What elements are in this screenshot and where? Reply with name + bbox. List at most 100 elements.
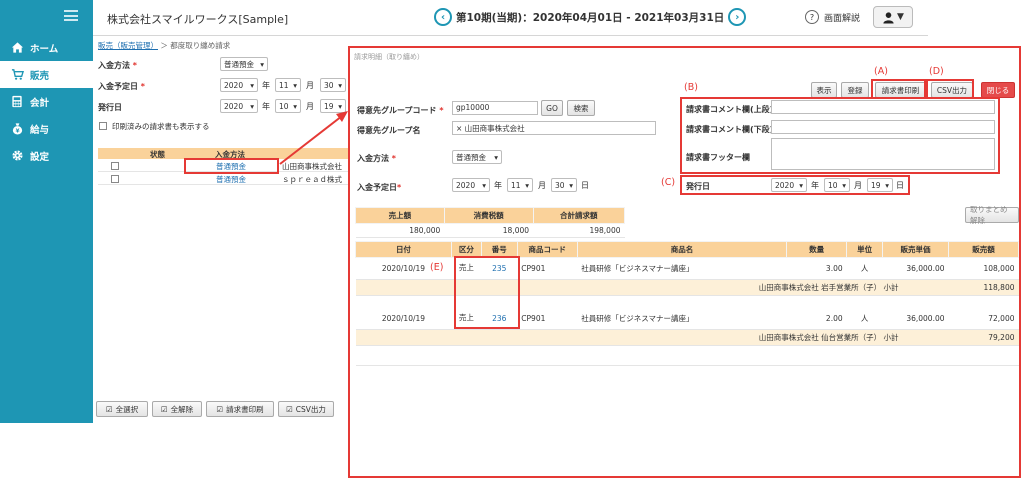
day-unit: 日 [896,181,904,190]
comment-top-label: 請求書コメント欄(上段) [686,105,774,114]
user-menu-button[interactable]: ▼ [873,6,913,28]
year-unit: 年 [811,181,819,190]
footer-label: 請求書フッター欄 [686,153,750,162]
hamburger-menu-icon[interactable] [64,10,78,21]
select-all-button[interactable]: ☑ 全選択 [96,401,148,417]
top-header: 株式会社スマイルワークス[Sample] ‹ 第10期(当期)：2020年04月… [93,0,928,36]
svg-text:¥: ¥ [15,129,19,135]
payment-method-select[interactable]: 普通預金 ▾ [452,150,502,164]
payment-method-select[interactable]: 普通預金 ▾ [220,57,268,71]
annotation-e: (E) [430,262,444,273]
column-header: 日付 [355,241,452,258]
breadcrumb: 販売（販売管理） ＞ 都度取り纏め請求 [98,40,230,51]
payment-method-link[interactable]: 普通預金 [216,174,246,185]
sidebar-item-label: 給与 [30,124,50,136]
payment-method-label: 入金方法 * [98,61,137,70]
close-button[interactable]: 閉じる [981,82,1015,98]
checkbox-icon: ☑ [160,404,168,414]
row-select-checkbox[interactable] [111,162,119,170]
moneybag-icon: ¥ [10,122,24,136]
total-amount: 198,000 [533,223,625,238]
subtotal-label: 山田商事株式会社 仙台営業所（子） 小計 [355,329,949,346]
due-date-label: 入金予定日* [357,183,402,192]
company-name: 株式会社スマイルワークス[Sample] [107,13,289,26]
print-invoice-button[interactable]: ☑ 請求書印刷 [206,401,274,417]
due-date-label: 入金予定日 * [98,82,145,91]
tax-amount: 18,000 [444,223,534,238]
group-name-field[interactable]: × 山田商事株式会社 [452,121,656,135]
product-code-cell: CP901 [517,257,578,280]
highlight-box-a [871,79,926,99]
sidebar-item-label: ホーム [30,43,59,55]
customer-cell: ｓｐｒｅａｄ株式 [282,175,342,184]
gear-icon [10,149,24,163]
sidebar-item-payroll[interactable]: ¥ 給与 [0,115,93,142]
register-button[interactable]: 登録 [841,82,869,98]
status-column-header: 状態 [150,150,165,159]
due-year-select[interactable]: 2020 ▾ [452,178,490,192]
issue-day-select[interactable]: 19 ▾ [867,178,893,192]
next-period-button[interactable]: › [728,8,747,26]
checkbox-icon: ☑ [216,404,224,414]
issue-year-select[interactable]: 2020 ▾ [220,99,258,113]
search-button[interactable]: 検索 [567,100,595,116]
sidebar-item-home[interactable]: ホーム [0,34,93,61]
group-code-input[interactable]: gp10000 [452,101,538,115]
question-icon: ? [805,10,819,24]
due-day-select[interactable]: 30 ▾ [320,78,346,92]
sales-amount: 180,000 [355,223,445,238]
month-unit: 月 [538,181,546,190]
breadcrumb-sales-link[interactable]: 販売（販売管理） [98,41,158,50]
annotation-a: (A) [874,66,888,77]
sidebar-item-settings[interactable]: 設定 [0,142,93,169]
show-printed-checkbox[interactable] [99,122,107,130]
sidebar-item-sales[interactable]: 販売 [0,61,93,88]
day-unit: 日 [581,181,589,190]
product-name-cell: 社員研修「ビジネスマナー講座」 [577,257,787,280]
issue-date-label: 発行日 [98,103,122,112]
prev-period-button[interactable]: ‹ [434,8,452,26]
footer-textarea[interactable] [771,138,995,170]
month-unit: 月 [306,81,314,90]
due-month-select[interactable]: 11 ▾ [507,178,533,192]
unmerge-button[interactable]: 取りまとめ解除 [965,205,1019,225]
group-name-label: 得意先グループ名 [357,126,421,135]
sidebar-item-label: 会計 [30,97,50,109]
quantity-cell: 2.00 [786,307,847,330]
comment-bottom-input[interactable] [771,120,995,134]
column-header: 数量 [786,241,848,258]
comment-top-input[interactable] [771,100,995,114]
due-day-select[interactable]: 30 ▾ [551,178,577,192]
highlight-box [184,158,279,174]
csv-export-button[interactable]: ☑ CSV出力 [278,401,334,417]
comment-bottom-label: 請求書コメント欄(下段) [686,125,774,134]
calculator-icon [10,95,24,109]
deselect-all-button[interactable]: ☑ 全解除 [152,401,202,417]
year-unit: 年 [262,102,270,111]
due-year-select[interactable]: 2020 ▾ [220,78,258,92]
show-printed-label: 印刷済みの請求書も表示する [112,122,210,131]
column-header: 商品名 [576,241,788,258]
chevron-down-icon: ▼ [897,12,904,22]
column-header: 販売単価 [882,241,949,258]
column-header: 単位 [846,241,884,258]
help-link[interactable]: ? 画面解説 [805,10,860,24]
cart-icon [10,68,24,82]
summary-header: 売上額 [355,207,445,224]
spacer-row [355,345,1019,366]
go-button[interactable]: GO [541,100,563,116]
breadcrumb-current: ＞ 都度取り纏め請求 [158,41,231,50]
checkbox-icon: ☑ [105,404,113,414]
view-button[interactable]: 表示 [811,82,837,98]
issue-year-select[interactable]: 2020 ▾ [771,178,807,192]
due-month-select[interactable]: 11 ▾ [275,78,301,92]
annotation-b: (B) [684,82,698,93]
amount-cell: 108,000 [948,257,1019,280]
user-icon [883,11,894,24]
sidebar-item-accounting[interactable]: 会計 [0,88,93,115]
row-select-checkbox[interactable] [111,175,119,183]
sidebar-item-label: 販売 [30,70,50,82]
subtotal-row: 山田商事株式会社 仙台営業所（子） 小計 79,200 [355,329,1019,346]
issue-month-select[interactable]: 10 ▾ [824,178,850,192]
sidebar-item-label: 設定 [30,151,50,163]
